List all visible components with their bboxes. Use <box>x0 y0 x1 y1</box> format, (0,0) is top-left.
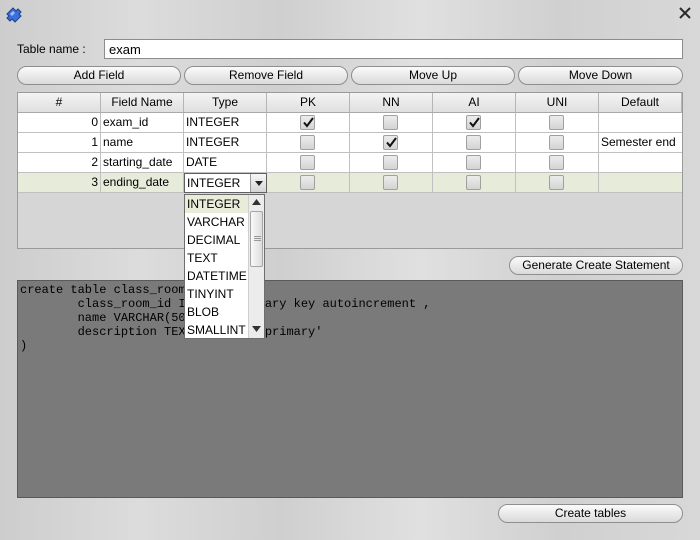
pk-checkbox[interactable] <box>300 175 315 190</box>
pk-cell <box>267 113 350 133</box>
ai-checkbox[interactable] <box>466 155 481 170</box>
checkmark-icon <box>469 117 480 128</box>
field-name-cell[interactable]: name <box>101 133 184 153</box>
default-cell[interactable]: Semester end <box>599 133 682 153</box>
type-cell[interactable]: INTEGER <box>184 113 267 133</box>
uni-checkbox[interactable] <box>549 155 564 170</box>
dropdown-option[interactable]: TEXT <box>185 249 249 267</box>
table-row[interactable]: 3 ending_date INTEGER <box>18 173 682 193</box>
header-pk[interactable]: PK <box>267 93 350 113</box>
type-combobox-value: INTEGER <box>187 176 241 190</box>
table-row[interactable]: 1 name INTEGER Semester end <box>18 133 682 153</box>
default-cell[interactable] <box>599 153 682 173</box>
field-name-cell[interactable]: ending_date <box>101 173 184 193</box>
dropdown-option[interactable]: DATETIME <box>185 267 249 285</box>
nn-cell <box>350 153 433 173</box>
header-default[interactable]: Default <box>599 93 682 113</box>
create-tables-button[interactable]: Create tables <box>498 504 683 523</box>
title-bar <box>0 0 700 28</box>
puzzle-app-icon <box>6 7 22 23</box>
ai-cell <box>433 113 516 133</box>
dropdown-option[interactable]: DECIMAL <box>185 231 249 249</box>
nn-checkbox[interactable] <box>383 155 398 170</box>
nn-checkbox[interactable] <box>383 135 398 150</box>
dropdown-scrollbar[interactable] <box>248 195 264 338</box>
ai-cell <box>433 173 516 193</box>
pk-checkbox[interactable] <box>300 135 315 150</box>
dropdown-option[interactable]: BLOB <box>185 303 249 321</box>
nn-checkbox[interactable] <box>383 175 398 190</box>
header-nn[interactable]: NN <box>350 93 433 113</box>
scroll-up-icon[interactable] <box>252 199 261 205</box>
scrollbar-thumb[interactable] <box>250 211 263 267</box>
combobox-arrow-button[interactable] <box>250 174 266 192</box>
type-cell[interactable]: INTEGER <box>184 133 267 153</box>
header-uni[interactable]: UNI <box>516 93 599 113</box>
chevron-down-icon <box>255 181 263 186</box>
dropdown-option[interactable]: SMALLINT <box>185 321 249 339</box>
fields-table: # Field Name Type PK NN AI UNI Default 0… <box>17 92 683 249</box>
uni-cell <box>516 153 599 173</box>
uni-cell <box>516 173 599 193</box>
ai-checkbox[interactable] <box>466 115 481 130</box>
row-index: 2 <box>18 153 101 173</box>
pk-cell <box>267 153 350 173</box>
field-name-cell[interactable]: starting_date <box>101 153 184 173</box>
generate-create-statement-button[interactable]: Generate Create Statement <box>509 256 683 275</box>
ai-cell <box>433 133 516 153</box>
type-dropdown-list[interactable]: INTEGER VARCHAR DECIMAL TEXT DATETIME TINYINT… <box>184 194 265 339</box>
dropdown-option[interactable]: VARCHAR <box>185 213 249 231</box>
table-header: # Field Name Type PK NN AI UNI Default <box>18 93 682 113</box>
type-cell[interactable]: DATE <box>184 153 267 173</box>
nn-checkbox[interactable] <box>383 115 398 130</box>
uni-cell <box>516 113 599 133</box>
pk-cell <box>267 173 350 193</box>
dropdown-option[interactable]: TINYINT <box>185 285 249 303</box>
row-index: 1 <box>18 133 101 153</box>
field-name-cell[interactable]: exam_id <box>101 113 184 133</box>
row-index: 3 <box>18 173 101 193</box>
header-index[interactable]: # <box>18 93 101 113</box>
remove-field-button[interactable]: Remove Field <box>184 66 348 85</box>
close-icon[interactable] <box>678 6 692 20</box>
nn-cell <box>350 113 433 133</box>
checkmark-icon <box>386 137 397 148</box>
type-combobox[interactable]: INTEGER <box>184 173 267 193</box>
table-row[interactable]: 0 exam_id INTEGER <box>18 113 682 133</box>
header-type[interactable]: Type <box>184 93 267 113</box>
uni-checkbox[interactable] <box>549 115 564 130</box>
uni-checkbox[interactable] <box>549 175 564 190</box>
row-index: 0 <box>18 113 101 133</box>
move-down-button[interactable]: Move Down <box>518 66 683 85</box>
add-field-button[interactable]: Add Field <box>17 66 181 85</box>
table-name-label: Table name : <box>17 42 86 56</box>
pk-checkbox[interactable] <box>300 155 315 170</box>
header-field-name[interactable]: Field Name <box>101 93 184 113</box>
default-cell[interactable] <box>599 113 682 133</box>
default-cell[interactable] <box>599 173 682 193</box>
dropdown-option[interactable]: INTEGER <box>185 195 249 213</box>
table-row[interactable]: 2 starting_date DATE <box>18 153 682 173</box>
uni-checkbox[interactable] <box>549 135 564 150</box>
scroll-down-icon[interactable] <box>252 326 261 332</box>
nn-cell <box>350 133 433 153</box>
nn-cell <box>350 173 433 193</box>
move-up-button[interactable]: Move Up <box>351 66 515 85</box>
grip-icon <box>254 236 261 241</box>
pk-cell <box>267 133 350 153</box>
header-ai[interactable]: AI <box>433 93 516 113</box>
ai-checkbox[interactable] <box>466 135 481 150</box>
uni-cell <box>516 133 599 153</box>
table-name-input[interactable] <box>104 39 683 59</box>
ai-checkbox[interactable] <box>466 175 481 190</box>
checkmark-icon <box>303 117 314 128</box>
sql-output-area[interactable]: create table class_room( class_room_id I… <box>17 280 683 498</box>
ai-cell <box>433 153 516 173</box>
pk-checkbox[interactable] <box>300 115 315 130</box>
